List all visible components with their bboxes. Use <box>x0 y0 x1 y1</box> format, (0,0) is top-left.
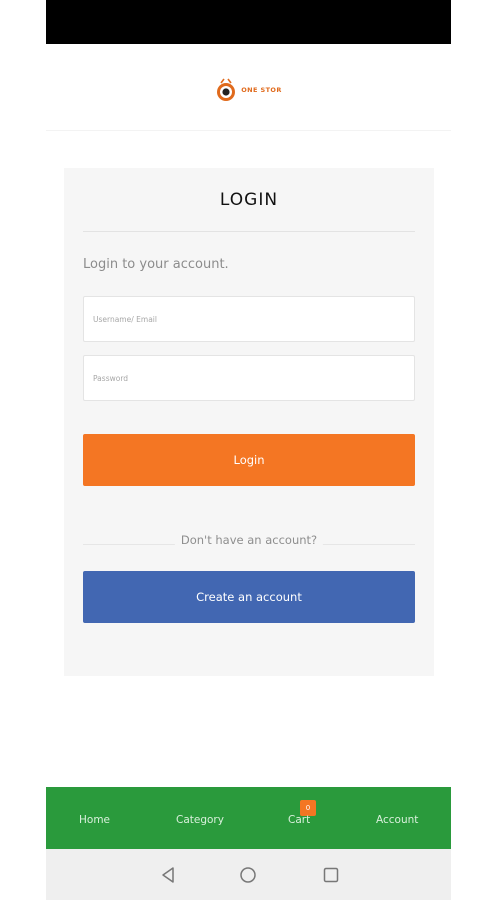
username-email-field[interactable] <box>83 296 415 342</box>
create-account-button[interactable]: Create an account <box>83 571 415 623</box>
back-triangle-icon[interactable] <box>157 864 179 886</box>
nav-item-account[interactable]: Account <box>376 814 418 826</box>
home-circle-icon[interactable] <box>237 864 259 886</box>
app-screen: ONE STOR LOGIN Login to your account. Lo… <box>46 0 451 900</box>
login-button[interactable]: Login <box>83 434 415 486</box>
nav-item-home[interactable]: Home <box>79 814 110 826</box>
recents-square-icon[interactable] <box>320 864 342 886</box>
login-title: LOGIN <box>219 190 279 210</box>
login-card: LOGIN Login to your account. Login Don't… <box>64 168 434 676</box>
header-divider <box>46 130 451 131</box>
no-account-prompt: Don't have an account? <box>83 532 415 548</box>
brand-header: ONE STOR <box>46 70 451 110</box>
bottom-navigation: Home Category 0 Cart Account <box>46 787 451 849</box>
title-divider <box>83 231 415 232</box>
nav-item-category[interactable]: Category <box>176 814 224 826</box>
status-bar <box>46 0 451 44</box>
login-subtitle: Login to your account. <box>83 257 229 272</box>
brand-logo-icon <box>215 77 237 103</box>
password-field[interactable] <box>83 355 415 401</box>
system-navigation-bar <box>46 849 451 900</box>
nav-item-cart[interactable]: Cart <box>288 814 310 826</box>
no-account-text: Don't have an account? <box>174 533 324 547</box>
brand-name: ONE STOR <box>241 86 282 94</box>
